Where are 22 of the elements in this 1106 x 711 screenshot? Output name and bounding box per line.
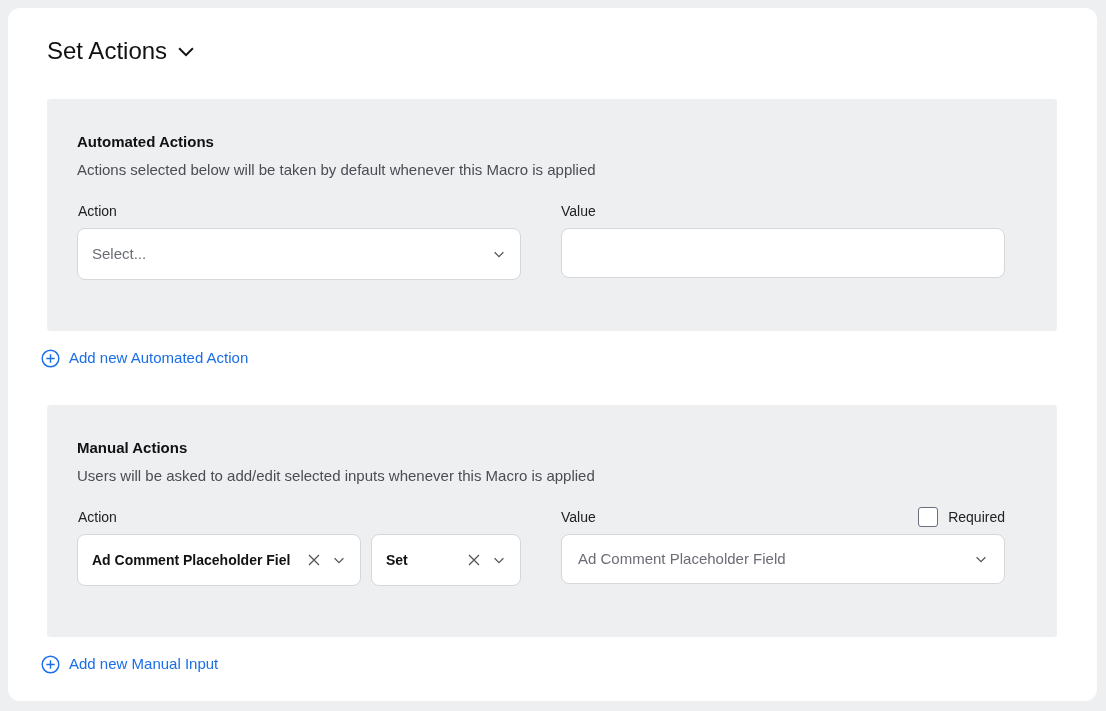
field-label: Action xyxy=(78,202,118,221)
field-label: Value xyxy=(561,201,596,221)
clear-icon xyxy=(466,552,482,568)
field-label: Action xyxy=(78,508,118,527)
select-field[interactable]: Ad Comment Placeholder Field xyxy=(561,534,1005,584)
section-toggle[interactable]: Set Actions xyxy=(47,38,198,64)
clear-icon xyxy=(306,552,322,568)
group-title: Automated Actions xyxy=(77,132,215,151)
select-field[interactable]: Set xyxy=(371,534,521,586)
field-label: Value xyxy=(561,507,596,527)
value-input-field[interactable] xyxy=(561,228,1005,278)
add-link[interactable]: Add new Manual Input xyxy=(41,654,219,674)
plus-circle-icon xyxy=(41,348,60,368)
select-field[interactable]: Ad Comment Placeholder Fiel xyxy=(77,534,361,586)
select-field[interactable]: Select... xyxy=(77,228,521,280)
required-checkbox[interactable] xyxy=(918,507,939,527)
checkbox-label: Required xyxy=(948,507,1005,527)
add-link[interactable]: Add new Automated Action xyxy=(41,348,249,368)
group-title: Manual Actions xyxy=(77,438,189,457)
group-description: Actions selected below will be taken by default whenever this Macro is applied xyxy=(77,160,597,179)
group-description: Users will be asked to add/edit selected inputs whenever this Macro is applied xyxy=(77,466,596,485)
plus-circle-icon xyxy=(41,654,60,674)
